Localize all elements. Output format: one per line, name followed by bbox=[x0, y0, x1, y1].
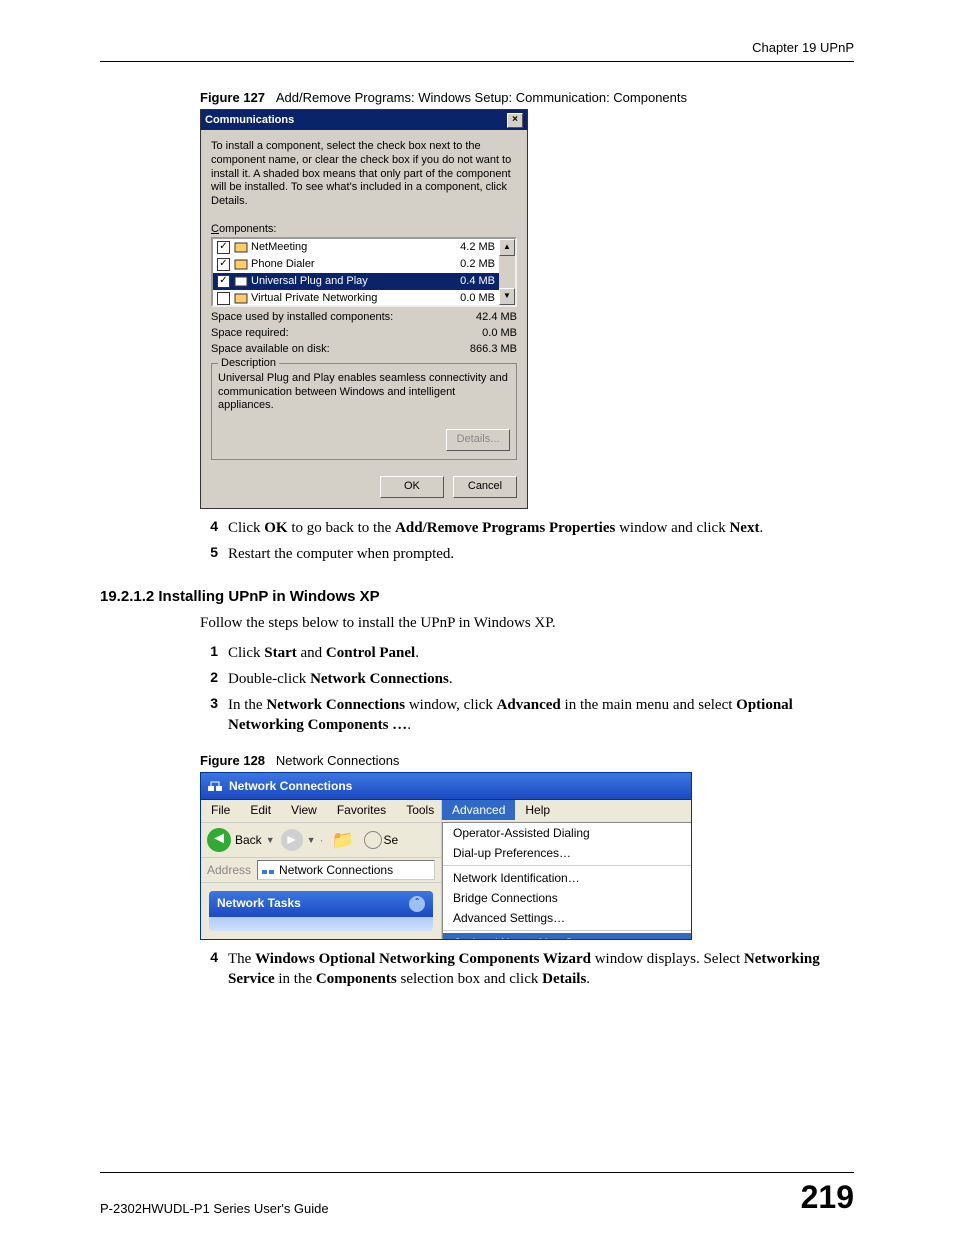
network-folder-icon bbox=[261, 863, 275, 877]
component-size: 4.2 MB bbox=[460, 241, 495, 253]
component-name: Universal Plug and Play bbox=[251, 275, 460, 287]
search-icon[interactable] bbox=[364, 831, 382, 849]
cancel-button[interactable]: Cancel bbox=[453, 476, 517, 498]
close-icon[interactable]: × bbox=[507, 113, 523, 128]
page-header: Chapter 19 UPnP bbox=[100, 40, 854, 62]
window-title: Network Connections bbox=[229, 779, 352, 793]
forward-dropdown-icon: ▼ bbox=[307, 835, 316, 845]
up-folder-icon[interactable]: 📁 bbox=[332, 829, 354, 851]
scroll-up-icon[interactable]: ▲ bbox=[499, 239, 515, 256]
component-icon bbox=[234, 258, 248, 271]
description-group: Description Universal Plug and Play enab… bbox=[211, 363, 517, 460]
network-tasks-panel: Network Tasks ˆ bbox=[209, 891, 433, 931]
menu-advanced[interactable]: Advanced bbox=[442, 800, 515, 820]
menu-item[interactable]: Favorites bbox=[327, 800, 396, 820]
step-5: 5 Restart the computer when prompted. bbox=[100, 541, 854, 567]
page-footer: P-2302HWUDL-P1 Series User's Guide 219 bbox=[100, 1172, 854, 1216]
component-name: Phone Dialer bbox=[251, 258, 460, 270]
components-label: CComponents:omponents: bbox=[211, 223, 517, 235]
components-listbox[interactable]: ✓ NetMeeting4.2 MB ✓ Phone Dialer0.2 MB ✓ Uni… bbox=[211, 237, 517, 307]
fig128-caption-text: Network Connections bbox=[276, 753, 400, 768]
description-text: Universal Plug and Play enables seamless… bbox=[218, 372, 510, 413]
toolbar: ◄ Back ▼ ► ▼ · 📁 Se bbox=[201, 823, 441, 858]
component-icon bbox=[234, 275, 248, 288]
menu-item[interactable]: Edit bbox=[240, 800, 281, 820]
menubar: FileEditViewFavoritesTools AdvancedHelp … bbox=[201, 800, 691, 823]
back-label: Back bbox=[235, 833, 262, 847]
dialog-instructions: To install a component, select the check… bbox=[211, 140, 517, 209]
tasks-title: Network Tasks bbox=[217, 896, 301, 912]
page-number: 219 bbox=[801, 1179, 854, 1216]
ok-button[interactable]: OK bbox=[380, 476, 444, 498]
figure-127-caption: Figure 127 Add/Remove Programs: Windows … bbox=[200, 90, 854, 105]
menu-help[interactable]: Help bbox=[515, 800, 560, 820]
scroll-down-icon[interactable]: ▼ bbox=[499, 288, 515, 305]
section-heading: 19.2.1.2 Installing UPnP in Windows XP bbox=[100, 588, 854, 605]
space-available-label: Space available on disk: bbox=[211, 343, 330, 355]
figure-128-caption: Figure 128 Network Connections bbox=[200, 753, 854, 768]
space-used-value: 42.4 MB bbox=[476, 311, 517, 323]
space-required-value: 0.0 MB bbox=[482, 327, 517, 339]
scrollbar[interactable]: ▲ ▼ bbox=[499, 239, 515, 305]
fig127-label: Figure 127 bbox=[200, 90, 265, 105]
component-icon bbox=[234, 292, 248, 305]
step-4: 4 Click OK to go back to the Add/Remove … bbox=[100, 515, 854, 541]
menu-item[interactable]: View bbox=[281, 800, 327, 820]
space-required-label: Space required: bbox=[211, 327, 289, 339]
component-row[interactable]: ✓ NetMeeting4.2 MB bbox=[213, 239, 499, 256]
address-label: Address bbox=[207, 863, 251, 877]
component-row[interactable]: ✓ Universal Plug and Play0.4 MB bbox=[213, 273, 499, 290]
dialog-title: Communications bbox=[205, 114, 294, 126]
address-bar: Address Network Connections bbox=[201, 858, 441, 883]
step-b3: 3 In the Network Connections window, cli… bbox=[100, 692, 854, 739]
fig128-label: Figure 128 bbox=[200, 753, 265, 768]
component-size: 0.4 MB bbox=[460, 275, 495, 287]
component-row[interactable]: ✓ Phone Dialer0.2 MB bbox=[213, 256, 499, 273]
forward-button: ► bbox=[281, 829, 303, 851]
back-button[interactable]: ◄ bbox=[207, 828, 231, 852]
details-button: Details... bbox=[446, 429, 510, 451]
component-size: 0.0 MB bbox=[460, 292, 495, 304]
component-size: 0.2 MB bbox=[460, 258, 495, 270]
component-name: NetMeeting bbox=[251, 241, 460, 253]
component-icon bbox=[234, 241, 248, 254]
step-c4: 4 The Windows Optional Networking Compon… bbox=[100, 946, 854, 993]
network-icon bbox=[207, 778, 223, 794]
communications-dialog: Communications × To install a component,… bbox=[200, 109, 528, 509]
dialog-titlebar: Communications × bbox=[201, 110, 527, 130]
checkbox-icon[interactable] bbox=[217, 292, 230, 305]
description-label: Description bbox=[218, 357, 279, 369]
checkbox-icon[interactable]: ✓ bbox=[217, 275, 230, 288]
menu-item[interactable]: File bbox=[201, 800, 240, 820]
fig127-caption-text: Add/Remove Programs: Windows Setup: Comm… bbox=[276, 90, 687, 105]
window-titlebar: Network Connections bbox=[201, 773, 691, 800]
checkbox-icon[interactable]: ✓ bbox=[217, 258, 230, 271]
step-b1: 1 Click Start and Control Panel. bbox=[100, 640, 854, 666]
component-row[interactable]: Virtual Private Networking0.0 MB bbox=[213, 290, 499, 307]
network-connections-window: Network Connections FileEditViewFavorite… bbox=[200, 772, 692, 940]
component-name: Virtual Private Networking bbox=[251, 292, 460, 304]
checkbox-icon[interactable]: ✓ bbox=[217, 241, 230, 254]
search-stub: Se bbox=[384, 833, 399, 847]
menu-item[interactable]: Tools bbox=[396, 800, 444, 820]
address-field[interactable]: Network Connections bbox=[257, 860, 435, 880]
space-available-value: 866.3 MB bbox=[470, 343, 517, 355]
address-value: Network Connections bbox=[279, 863, 393, 877]
section-intro: Follow the steps below to install the UP… bbox=[200, 613, 854, 634]
step-b2: 2 Double-click Network Connections. bbox=[100, 666, 854, 692]
back-dropdown-icon[interactable]: ▼ bbox=[266, 835, 275, 845]
collapse-icon[interactable]: ˆ bbox=[409, 896, 425, 912]
space-used-label: Space used by installed components: bbox=[211, 311, 393, 323]
guide-name: P-2302HWUDL-P1 Series User's Guide bbox=[100, 1201, 329, 1216]
